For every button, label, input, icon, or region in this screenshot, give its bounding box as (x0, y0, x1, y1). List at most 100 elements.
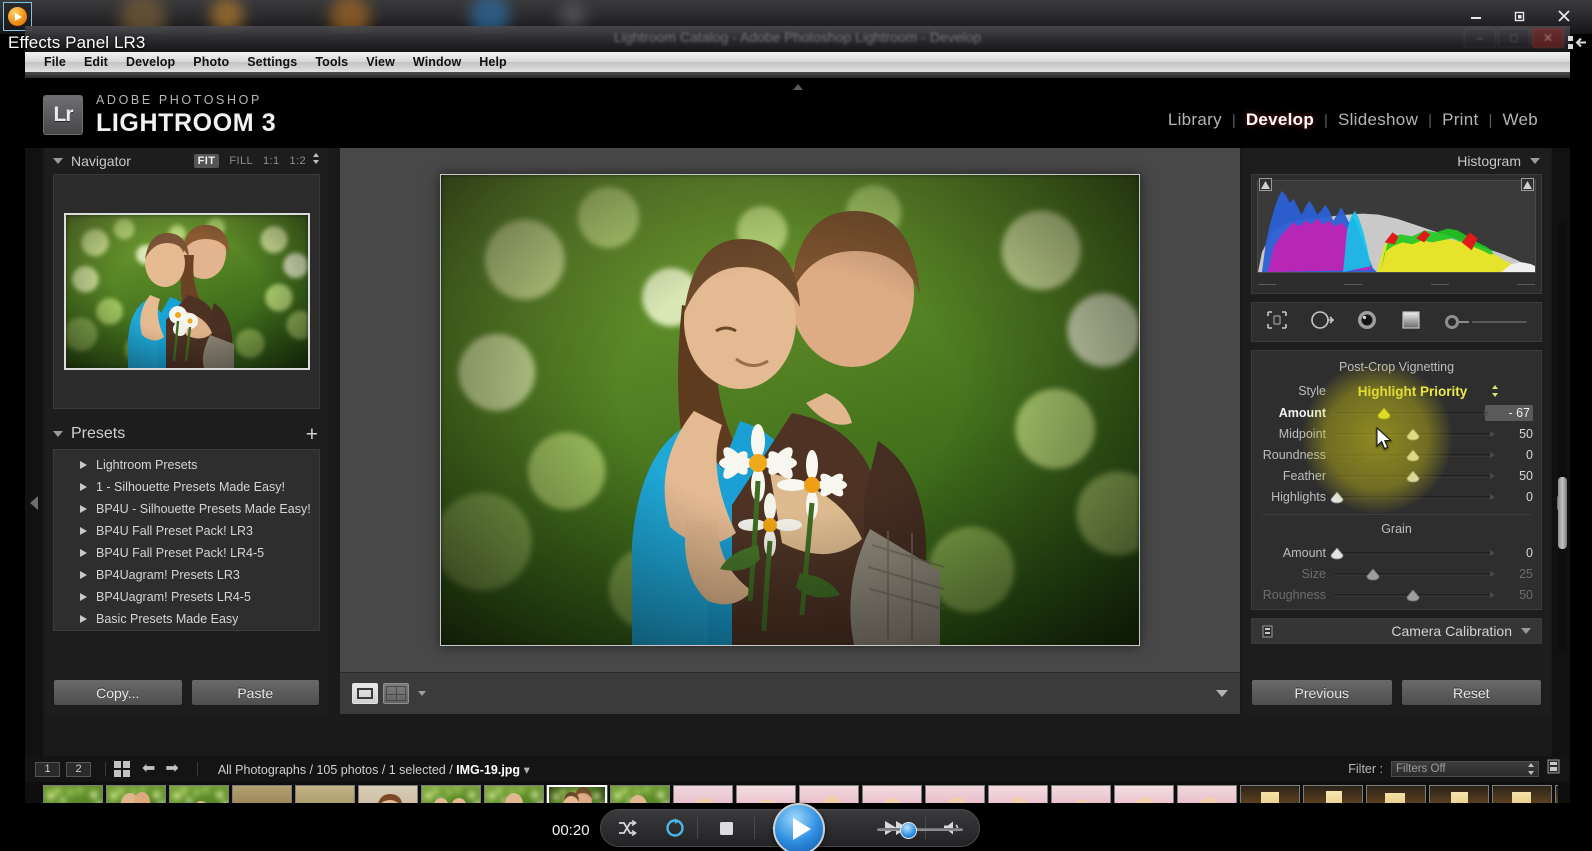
stop-icon[interactable] (698, 820, 754, 837)
reset-button[interactable]: Reset (1400, 679, 1542, 706)
camera-calibration-header[interactable]: Camera Calibration (1251, 618, 1542, 644)
menu-item-develop[interactable]: Develop (117, 52, 184, 72)
list-item[interactable]: BP4U Fall Preset Pack! LR4-5 (54, 542, 319, 564)
list-item[interactable]: Lightroom Presets (54, 454, 319, 476)
copy-button[interactable]: Copy... (53, 679, 183, 706)
zoom-option-fill[interactable]: FILL (229, 155, 253, 167)
histogram-header[interactable]: Histogram (1243, 148, 1550, 174)
menu-item-window[interactable]: Window (404, 52, 470, 72)
main-photo[interactable] (440, 174, 1140, 646)
menu-item-view[interactable]: View (357, 52, 404, 72)
disclosure-triangle-icon[interactable] (1530, 158, 1540, 164)
expand-triangle-icon[interactable] (80, 505, 87, 513)
right-panel-scrollbar[interactable] (1558, 222, 1567, 652)
slider-row-grain-size[interactable]: Size 25 (1252, 563, 1541, 584)
paste-button[interactable]: Paste (190, 679, 320, 706)
midpoint-slider[interactable] (1334, 427, 1495, 441)
histogram-panel[interactable] (1251, 174, 1542, 294)
shuffle-icon[interactable] (601, 819, 653, 837)
roundness-value[interactable]: 0 (1491, 448, 1533, 462)
style-value[interactable]: Highlight Priority (1334, 384, 1491, 399)
top-panel-handle[interactable] (785, 78, 811, 90)
menu-item-edit[interactable]: Edit (75, 52, 117, 72)
expand-triangle-icon[interactable] (80, 615, 87, 623)
compare-view-icon[interactable] (383, 683, 409, 704)
slider-knob[interactable] (1377, 406, 1391, 419)
slider-row-midpoint[interactable]: Midpoint 50 (1252, 423, 1541, 444)
feather-value[interactable]: 50 (1491, 469, 1533, 483)
red-eye-icon[interactable] (1356, 310, 1378, 335)
zoom-option-fit[interactable]: FIT (193, 154, 220, 168)
filter-select[interactable]: Filters Off (1391, 761, 1539, 777)
slider-row-roundness[interactable]: Roundness 0 (1252, 444, 1541, 465)
volume-knob[interactable] (900, 822, 917, 839)
grain-size-value[interactable]: 25 (1491, 567, 1533, 581)
disclosure-triangle-icon[interactable] (53, 158, 63, 164)
adjustment-brush-icon[interactable] (1444, 313, 1527, 331)
slider-knob[interactable] (1406, 469, 1420, 482)
add-preset-button[interactable]: + (306, 424, 318, 445)
loupe-view-icon[interactable] (352, 683, 378, 704)
vignette-style-row[interactable]: Style Highlight Priority (1252, 380, 1541, 402)
page-button-2[interactable]: 2 (66, 761, 91, 777)
grid-view-icon[interactable] (114, 761, 130, 777)
list-item[interactable]: 1 - Silhouette Presets Made Easy! (54, 476, 319, 498)
disclosure-triangle-icon[interactable] (1521, 628, 1531, 634)
feather-slider[interactable] (1334, 469, 1495, 483)
list-item[interactable]: BP4Uagram! Presets LR3 (54, 564, 319, 586)
slider-knob[interactable] (1330, 546, 1344, 559)
expand-triangle-icon[interactable] (80, 527, 87, 535)
spot-removal-icon[interactable] (1310, 310, 1335, 335)
grain-roughness-value[interactable]: 50 (1491, 588, 1533, 602)
roundness-slider[interactable] (1334, 448, 1495, 462)
snap-dock-icon[interactable] (1566, 33, 1588, 55)
slider-row-feather[interactable]: Feather 50 (1252, 465, 1541, 486)
slider-knob[interactable] (1406, 588, 1420, 601)
volume-slider[interactable] (877, 828, 963, 831)
app-restore-button[interactable]: □ (1498, 28, 1530, 48)
expand-triangle-icon[interactable] (80, 593, 87, 601)
module-slideshow[interactable]: Slideshow (1328, 110, 1428, 130)
filmstrip-source-path[interactable]: All Photographs / 105 photos / 1 selecte… (218, 762, 530, 777)
expand-triangle-icon[interactable] (80, 483, 87, 491)
disclosure-triangle-icon[interactable] (53, 431, 63, 437)
module-library[interactable]: Library (1158, 110, 1232, 130)
slider-row-amount[interactable]: Amount - 67 (1252, 402, 1541, 423)
grain-amount-slider[interactable] (1330, 546, 1495, 560)
app-minimize-button[interactable]: – (1464, 28, 1496, 48)
zoom-stepper-icon[interactable] (312, 152, 320, 170)
module-print[interactable]: Print (1432, 110, 1488, 130)
highlights-slider[interactable] (1330, 490, 1495, 504)
slider-knob[interactable] (1366, 567, 1380, 580)
play-button[interactable] (773, 803, 825, 851)
style-stepper-icon[interactable] (1491, 385, 1533, 397)
navigator-preview[interactable] (53, 174, 320, 409)
toolbar-dropdown-icon[interactable] (418, 691, 426, 696)
module-develop[interactable]: Develop (1236, 110, 1324, 130)
menu-item-tools[interactable]: Tools (306, 52, 357, 72)
panel-switch-icon[interactable] (1262, 625, 1273, 638)
slider-knob[interactable] (1406, 448, 1420, 461)
previous-button[interactable]: Previous (1251, 679, 1393, 706)
filter-stepper-icon[interactable] (1527, 763, 1535, 778)
highlights-value[interactable]: 0 (1491, 490, 1533, 504)
menu-item-file[interactable]: File (35, 52, 75, 72)
amount-slider[interactable] (1334, 406, 1489, 420)
filter-preset-icon[interactable] (1547, 759, 1560, 779)
list-item[interactable]: BP4U Fall Preset Pack! LR3 (54, 520, 319, 542)
left-panel-collapse[interactable] (25, 148, 43, 851)
menu-item-help[interactable]: Help (470, 52, 516, 72)
module-web[interactable]: Web (1492, 110, 1548, 130)
slider-row-grain-roughness[interactable]: Roughness 50 (1252, 584, 1541, 605)
scrollbar-thumb[interactable] (1558, 477, 1567, 549)
grain-amount-value[interactable]: 0 (1491, 546, 1533, 560)
menu-item-settings[interactable]: Settings (238, 52, 306, 72)
presets-list[interactable]: Lightroom Presets 1 - Silhouette Presets… (53, 449, 320, 631)
amount-value[interactable]: - 67 (1485, 404, 1533, 421)
highlight-clipping-indicator[interactable] (1521, 178, 1534, 191)
crop-overlay-icon[interactable] (1266, 310, 1288, 335)
presets-header[interactable]: Presets + (45, 419, 328, 449)
slider-knob[interactable] (1330, 490, 1344, 503)
repeat-icon[interactable] (653, 817, 697, 839)
expand-triangle-icon[interactable] (80, 571, 87, 579)
